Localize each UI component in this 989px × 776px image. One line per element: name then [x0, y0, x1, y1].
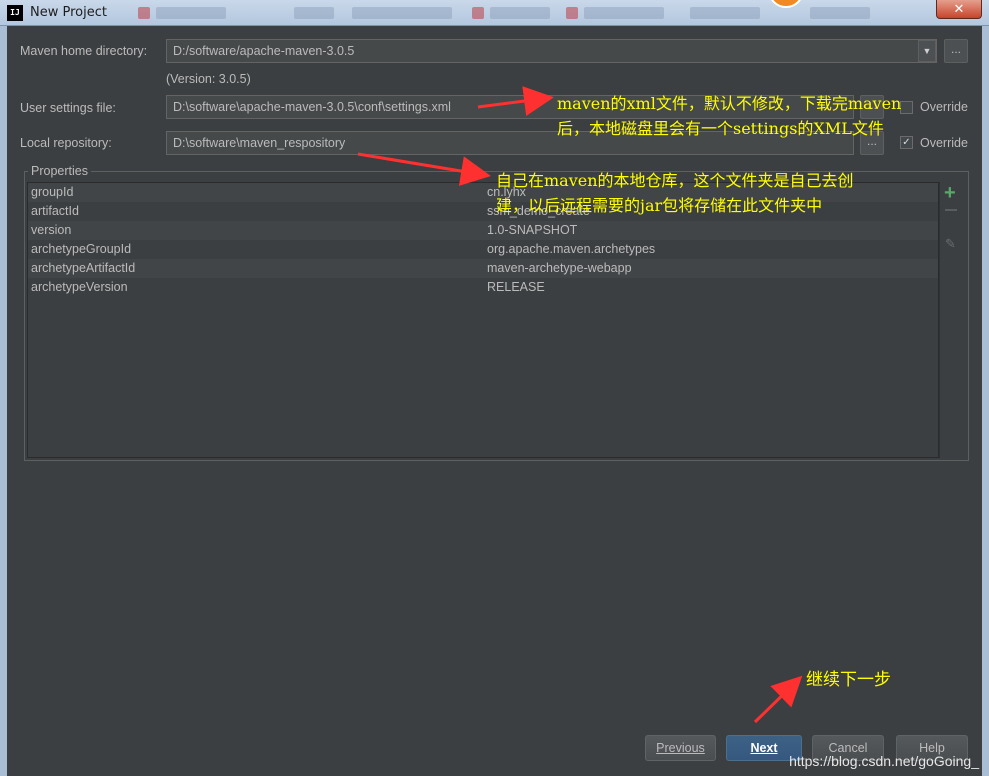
- repository-arrow: [357, 152, 491, 186]
- annotation-repo-line2: 建，以后远程需要的jar包将存储在此文件夹中: [496, 196, 823, 215]
- watermark-url: https://blog.csdn.net/goGoing_: [789, 753, 979, 769]
- next-step-arrow: [753, 675, 803, 724]
- annotation-settings-line2: 后，本地磁盘里会有一个settings的XML文件: [557, 119, 884, 138]
- annotation-next-step: 继续下一步: [806, 670, 891, 690]
- annotation-repo-line1: 自己在maven的本地仓库，这个文件夹是自己去创: [496, 171, 854, 190]
- annotation-settings-line1: maven的xml文件，默认不修改，下载完maven: [557, 94, 902, 113]
- settings-arrow: [477, 86, 554, 116]
